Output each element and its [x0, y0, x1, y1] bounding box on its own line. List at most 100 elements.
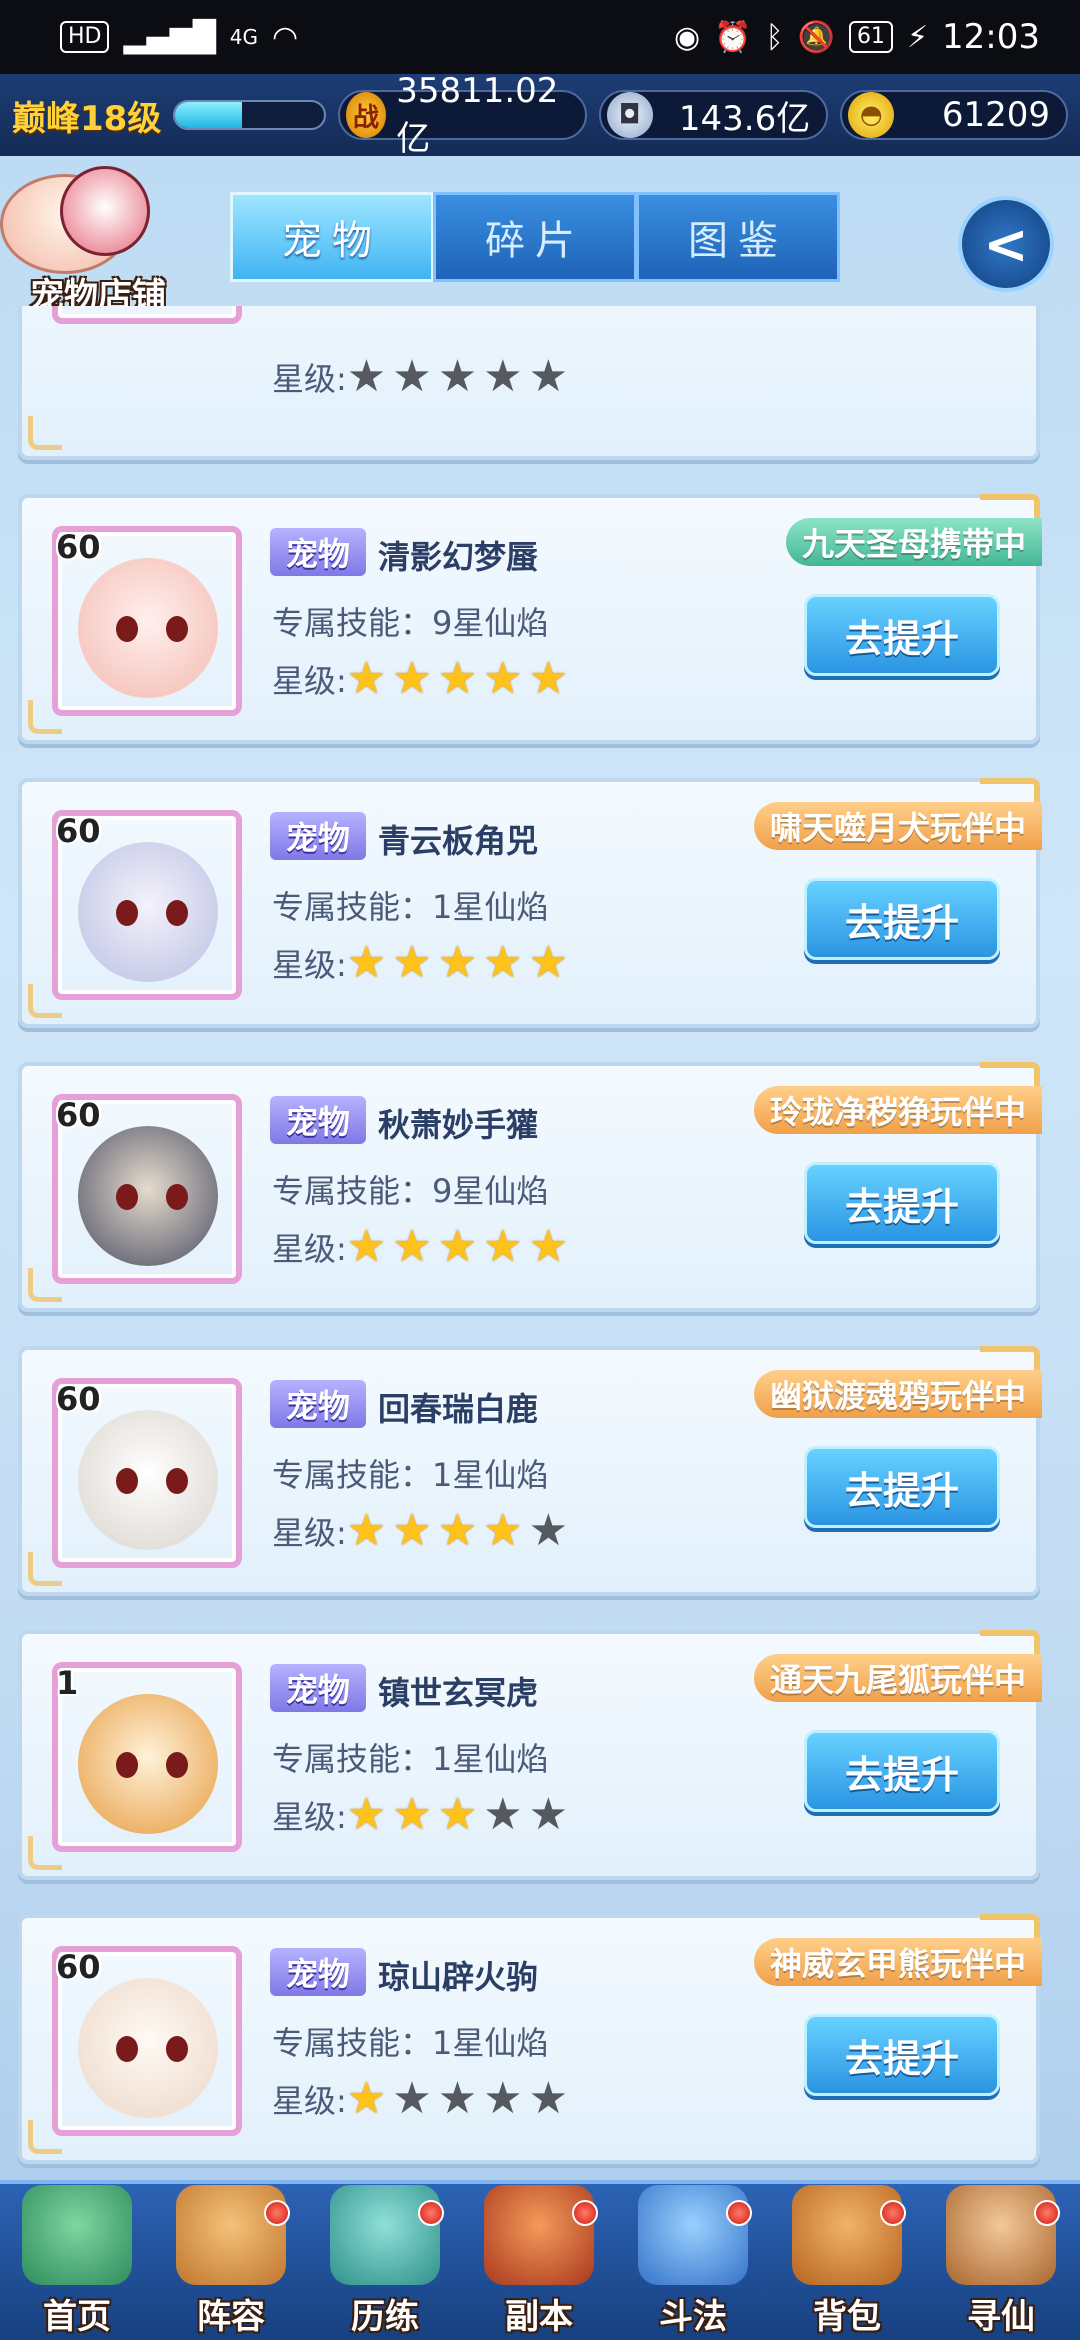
nav-item[interactable]: 阵容: [154, 2184, 308, 2340]
star-filled-icon: ★: [392, 1221, 432, 1272]
star-filled-icon: ★: [392, 1789, 432, 1840]
coin-display[interactable]: ◘ 143.6亿: [598, 90, 829, 140]
pet-status-badge: 啸天噬月犬玩伴中: [753, 802, 1042, 850]
pet-portrait[interactable]: [52, 306, 242, 324]
lineup-cards-icon: [176, 2185, 286, 2285]
back-button[interactable]: <: [958, 196, 1054, 292]
star-filled-icon: ★: [392, 1505, 432, 1556]
star-filled-icon: ★: [346, 2073, 387, 2124]
back-arrow-icon: <: [983, 212, 1029, 276]
gold-value: 61209: [941, 95, 1050, 135]
notification-dot: [1034, 2200, 1060, 2226]
clock: 12:03: [942, 17, 1040, 57]
pet-card[interactable]: 星级: ★ ★ ★ ★ ★: [18, 306, 1040, 460]
star-filled-icon: ★: [528, 937, 569, 988]
pet-face: [78, 1978, 218, 2118]
coin-icon: ◘: [606, 92, 653, 138]
header: 宠物店铺 宠物 碎片 图鉴 <: [0, 156, 1080, 316]
pet-status-badge: 通天九尾狐玩伴中: [753, 1654, 1042, 1702]
notification-dot: [264, 2200, 290, 2226]
tab-fragments[interactable]: 碎片: [433, 192, 637, 282]
pet-eye: [166, 616, 188, 642]
star-label: 星级:: [272, 360, 347, 398]
pet-card[interactable]: 60 宠物 秋萧妙手獾 专属技能：9星仙焰 玲珑净秽狰玩伴中 去提升 星级: ★…: [18, 1062, 1042, 1312]
network-label: 4G: [229, 25, 259, 49]
star-filled-icon: ★: [483, 937, 523, 988]
pet-card[interactable]: 60 宠物 清影幻梦蜃 专属技能：9星仙焰 九天圣母携带中 去提升 星级: ★ ★…: [18, 494, 1042, 744]
nav-item[interactable]: 首页: [0, 2184, 154, 2340]
card-corner-ornament: [980, 1630, 1040, 1654]
upgrade-button[interactable]: 去提升: [804, 1446, 1000, 1528]
star-filled-icon: ★: [392, 937, 432, 988]
pet-skill: 专属技能：1星仙焰: [272, 888, 549, 926]
upgrade-button[interactable]: 去提升: [804, 1162, 1000, 1244]
pet-skill: 专属技能：1星仙焰: [272, 2024, 549, 2062]
pet-tag: 宠物: [270, 1096, 366, 1144]
upgrade-button[interactable]: 去提升: [804, 2014, 1000, 2096]
pet-list[interactable]: 星级: ★ ★ ★ ★ ★ 60 宠物 清影幻梦蜃 专属技能：9星仙焰 九天圣母携带中 …: [0, 306, 1080, 2180]
pet-eye: [166, 1752, 188, 1778]
tab-codex[interactable]: 图鉴: [636, 192, 840, 282]
notification-dot: [572, 2200, 598, 2226]
star-rating: 星级: ★ ★ ★ ★ ★: [272, 354, 574, 400]
nav-item[interactable]: 历练: [308, 2184, 462, 2340]
upgrade-button[interactable]: 去提升: [804, 1730, 1000, 1812]
level-progress-bar: [173, 100, 326, 130]
notification-dot: [726, 2200, 752, 2226]
hd-chip: HD: [60, 21, 110, 53]
peak-level: 巅峰18级: [12, 98, 162, 139]
mute-icon: 🔕: [797, 19, 835, 55]
pet-card[interactable]: 60 宠物 青云板角兕 专属技能：1星仙焰 啸天噬月犬玩伴中 去提升 星级: ★…: [18, 778, 1042, 1028]
gold-ingot-icon: ◓: [848, 92, 895, 138]
pet-card[interactable]: 1 宠物 镇世玄冥虎 专属技能：1星仙焰 通天九尾狐玩伴中 去提升 星级: ★ ★…: [18, 1630, 1042, 1880]
star-label: 星级:: [272, 1230, 347, 1268]
pet-level: 60: [56, 1096, 101, 1134]
wifi-icon: ◠: [272, 19, 299, 55]
star-label: 星级:: [272, 2082, 347, 2120]
pet-card[interactable]: 60 宠物 回春瑞白鹿 专属技能：1星仙焰 幽狱渡魂鸦玩伴中 去提升 星级: ★…: [18, 1346, 1042, 1596]
gold-display[interactable]: ◓ 61209: [840, 90, 1068, 140]
pet-eye: [116, 1468, 138, 1494]
pet-skill: 专属技能：1星仙焰: [272, 1456, 549, 1494]
nav-label: 首页: [43, 2297, 111, 2337]
card-corner-ornament: [980, 778, 1040, 802]
status-left: HD ▂▄▆█ 4G ◠: [60, 20, 298, 55]
pet-portrait[interactable]: [52, 1662, 242, 1852]
nav-item[interactable]: 背包: [770, 2184, 924, 2340]
star-filled-icon: ★: [392, 653, 432, 704]
tab-pets[interactable]: 宠物: [230, 192, 434, 282]
pet-level: 60: [56, 812, 101, 850]
star-empty-icon: ★: [483, 351, 523, 402]
upgrade-button[interactable]: 去提升: [804, 594, 1000, 676]
pet-name: 青云板角兕: [378, 822, 539, 860]
card-corner-ornament: [980, 494, 1040, 518]
star-empty-icon: ★: [392, 351, 432, 402]
nav-item[interactable]: 副本: [462, 2184, 616, 2340]
star-filled-icon: ★: [483, 653, 523, 704]
pet-tag: 宠物: [270, 528, 366, 576]
nav-label: 寻仙: [967, 2297, 1035, 2337]
pet-name: 镇世玄冥虎: [378, 1674, 539, 1712]
pet-level: 60: [56, 528, 101, 566]
star-filled-icon: ★: [528, 653, 569, 704]
card-corner-ornament: [980, 1346, 1040, 1370]
scroll-icon: [946, 2185, 1056, 2285]
star-filled-icon: ★: [437, 1221, 478, 1272]
bluetooth-icon: ᛒ: [765, 19, 784, 55]
nav-label: 阵容: [197, 2297, 265, 2337]
star-rating: 星级: ★ ★ ★ ★ ★: [272, 1224, 574, 1270]
nav-item[interactable]: 寻仙: [924, 2184, 1078, 2340]
swords-icon: [638, 2185, 748, 2285]
shop-avatar-character[interactable]: [60, 166, 150, 256]
pet-level: 1: [56, 1664, 79, 1702]
battery-level: 61: [848, 21, 893, 53]
nav-label: 历练: [351, 2297, 419, 2337]
nav-item[interactable]: 斗法: [616, 2184, 770, 2340]
pet-card[interactable]: 60 宠物 琼山辟火驹 专属技能：1星仙焰 神威玄甲熊玩伴中 去提升 星级: ★…: [18, 1914, 1042, 2164]
star-empty-icon: ★: [528, 2073, 569, 2124]
eye-icon: ◉: [674, 19, 701, 55]
upgrade-button[interactable]: 去提升: [804, 878, 1000, 960]
star-empty-icon: ★: [437, 351, 478, 402]
status-right: ◉ ⏰ ᛒ 🔕 61 ⚡ 12:03: [674, 17, 1040, 57]
pet-eye: [116, 900, 138, 926]
